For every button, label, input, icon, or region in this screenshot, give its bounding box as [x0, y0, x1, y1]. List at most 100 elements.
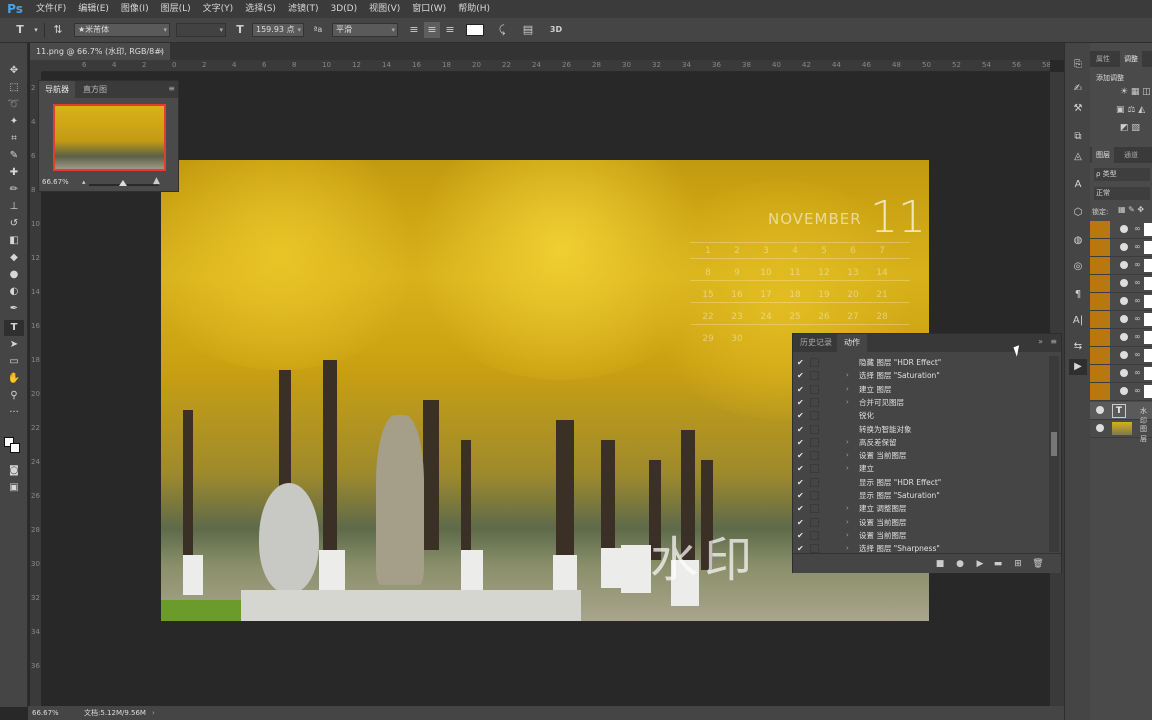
- tab-actions[interactable]: 动作: [837, 334, 867, 352]
- dialog-toggle[interactable]: [810, 437, 819, 447]
- eye-icon[interactable]: [1120, 261, 1128, 269]
- menu-view[interactable]: 视图(V): [363, 0, 406, 18]
- check-icon[interactable]: ✔: [797, 516, 804, 529]
- stop-icon[interactable]: ■: [933, 557, 947, 571]
- glyphs-icon[interactable]: A|: [1069, 313, 1087, 329]
- character-icon[interactable]: A: [1069, 177, 1087, 193]
- actions-icon[interactable]: ▶: [1069, 359, 1087, 375]
- dialog-toggle[interactable]: [810, 384, 819, 394]
- expand-arrow-icon[interactable]: ›: [846, 449, 849, 462]
- lock-icons[interactable]: ▦ ✎ ✥: [1118, 205, 1144, 214]
- navigator-zoom[interactable]: 66.67%: [42, 178, 69, 186]
- menu-window[interactable]: 窗口(W): [406, 0, 452, 18]
- check-icon[interactable]: ✔: [797, 449, 804, 462]
- font-style-select[interactable]: ▾: [176, 23, 226, 37]
- magic-wand-icon[interactable]: ✦: [4, 114, 24, 130]
- navigator-thumbnail[interactable]: [53, 104, 166, 171]
- layer-row[interactable]: ∞: [1090, 293, 1152, 311]
- eyedropper-icon[interactable]: ✎: [4, 148, 24, 164]
- dialog-toggle[interactable]: [810, 477, 819, 487]
- 3d-icon[interactable]: 3D: [548, 22, 564, 38]
- check-icon[interactable]: ✔: [797, 356, 804, 369]
- character-panel-icon[interactable]: ▤: [520, 22, 536, 38]
- check-icon[interactable]: ✔: [797, 383, 804, 396]
- zoom-slider-knob[interactable]: [119, 180, 127, 186]
- dialog-toggle[interactable]: [810, 491, 819, 500]
- eye-icon[interactable]: [1120, 387, 1128, 395]
- dialog-toggle[interactable]: [810, 411, 819, 421]
- brush-preset-icon[interactable]: ✍: [1069, 81, 1087, 97]
- move-tool-icon[interactable]: ✥: [4, 63, 24, 79]
- text-color-swatch[interactable]: [466, 24, 484, 36]
- check-icon[interactable]: ✔: [797, 462, 804, 475]
- eye-icon[interactable]: [1120, 243, 1128, 251]
- actions-scrollbar[interactable]: [1049, 356, 1059, 552]
- menu-file[interactable]: 文件(F): [30, 0, 72, 18]
- menu-type[interactable]: 文字(Y): [197, 0, 240, 18]
- action-item[interactable]: ✔ › 选择 图层 "Saturation": [793, 369, 1049, 382]
- trash-icon[interactable]: 🗑: [1031, 557, 1045, 571]
- action-item[interactable]: ✔ › 设置 当前图层: [793, 529, 1049, 542]
- text-orientation-icon[interactable]: ⇅: [50, 22, 66, 38]
- action-item[interactable]: ✔ › 合并可见图层: [793, 396, 1049, 409]
- layer-row[interactable]: ∞: [1090, 329, 1152, 347]
- more-tools-icon[interactable]: ···: [4, 405, 24, 421]
- menu-image[interactable]: 图像(I): [115, 0, 155, 18]
- tool-preset-icon[interactable]: ⚒: [1069, 101, 1087, 117]
- eye-icon[interactable]: [1096, 424, 1104, 432]
- expand-arrow-icon[interactable]: ›: [846, 529, 849, 542]
- new-action-icon[interactable]: ⊞: [1011, 557, 1025, 571]
- menu-filter[interactable]: 滤镜(T): [282, 0, 325, 18]
- dialog-toggle[interactable]: [810, 451, 819, 461]
- clone-source-icon[interactable]: ⧉: [1069, 129, 1087, 145]
- crop-tool-icon[interactable]: ⌗: [4, 131, 24, 147]
- action-item[interactable]: ✔ 隐藏 图层 "HDR Effect": [793, 356, 1049, 369]
- layer-row[interactable]: ∞: [1090, 239, 1152, 257]
- channels-icon[interactable]: ◍: [1069, 233, 1087, 249]
- check-icon[interactable]: ✔: [797, 409, 804, 422]
- lasso-tool-icon[interactable]: ➰: [4, 97, 24, 113]
- adjustment-icons-row1[interactable]: ☀ ▦ ◫: [1120, 87, 1151, 97]
- check-icon[interactable]: ✔: [797, 502, 804, 515]
- paragraph-icon[interactable]: ¶: [1069, 287, 1087, 303]
- 3d-panel-icon[interactable]: ⬡: [1069, 205, 1087, 221]
- action-item[interactable]: ✔ › 设置 当前图层: [793, 449, 1049, 462]
- type-tool-icon[interactable]: T: [12, 22, 28, 38]
- expand-arrow-icon[interactable]: ›: [846, 383, 849, 396]
- align-right-icon[interactable]: ≡: [442, 22, 458, 38]
- layer-row-text[interactable]: T 水印: [1090, 402, 1152, 425]
- expand-arrow-icon[interactable]: ›: [846, 396, 849, 409]
- timeline-icon[interactable]: ⇆: [1069, 339, 1087, 355]
- align-left-icon[interactable]: ≡: [406, 22, 422, 38]
- healing-brush-icon[interactable]: ✚: [4, 165, 24, 181]
- quick-mask-icon[interactable]: ◙: [4, 463, 24, 479]
- action-item[interactable]: ✔ › 建立 图层: [793, 383, 1049, 396]
- action-item[interactable]: ✔ › 设置 当前图层: [793, 516, 1049, 529]
- layer-row[interactable]: ∞: [1090, 311, 1152, 329]
- collapse-icon[interactable]: »: [1038, 337, 1043, 346]
- action-item[interactable]: ✔ 转换为智能对象: [793, 423, 1049, 436]
- check-icon[interactable]: ✔: [797, 476, 804, 489]
- panel-menu-icon[interactable]: ≡: [1050, 337, 1057, 346]
- expand-arrow-icon[interactable]: ›: [846, 462, 849, 475]
- scroll-thumb[interactable]: [1051, 432, 1057, 456]
- tab-history[interactable]: 历史记录: [793, 334, 839, 352]
- play-icon[interactable]: ▶: [973, 557, 987, 571]
- dialog-toggle[interactable]: [810, 544, 819, 554]
- layer-row[interactable]: ∞: [1090, 275, 1152, 293]
- path-select-icon[interactable]: ➤: [4, 337, 24, 353]
- layer-filter-select[interactable]: ρ 类型: [1094, 168, 1150, 181]
- dialog-toggle[interactable]: [810, 517, 819, 527]
- new-set-icon[interactable]: ▬: [991, 557, 1005, 571]
- menu-edit[interactable]: 编辑(E): [72, 0, 115, 18]
- antialias-select[interactable]: 平滑 ▾: [332, 23, 398, 37]
- action-item[interactable]: ✔ 显示 图层 "Saturation": [793, 489, 1049, 502]
- tab-layers[interactable]: 图层: [1092, 147, 1114, 163]
- chevron-down-icon[interactable]: ▾: [28, 22, 44, 38]
- dodge-tool-icon[interactable]: ◐: [4, 284, 24, 300]
- tab-channels[interactable]: 通道: [1120, 147, 1142, 163]
- blur-tool-icon[interactable]: ●: [4, 267, 24, 283]
- paths-icon[interactable]: ◎: [1069, 259, 1087, 275]
- menu-help[interactable]: 帮助(H): [452, 0, 496, 18]
- check-icon[interactable]: ✔: [797, 529, 804, 542]
